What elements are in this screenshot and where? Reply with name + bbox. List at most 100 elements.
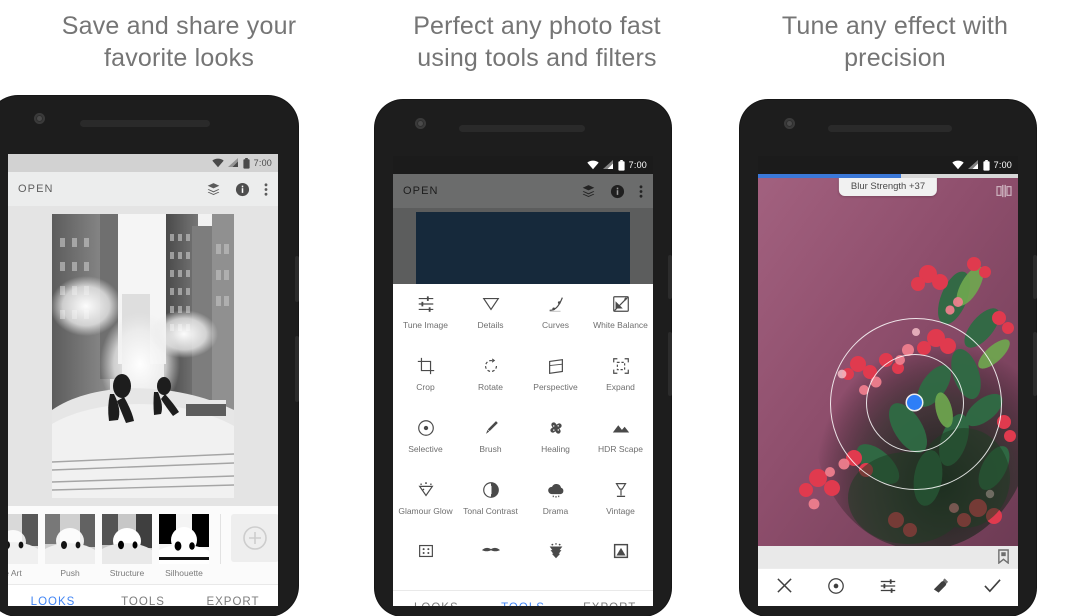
info-icon[interactable] (610, 184, 625, 199)
overflow-menu-icon[interactable] (639, 184, 643, 199)
add-look-icon[interactable] (231, 514, 278, 562)
adjust-sliders-icon (879, 577, 897, 600)
signal-icon (602, 160, 613, 169)
screenshot-stage: Save and share your favorite looks 7:00 … (0, 0, 1074, 616)
volume-button[interactable] (668, 332, 672, 396)
tool-expand[interactable]: Expand (588, 346, 653, 408)
looks-filmstrip[interactable]: e Art Push Structure (8, 506, 278, 584)
blur-center-handle[interactable] (907, 395, 922, 410)
tool-frames[interactable] (588, 532, 653, 562)
tool-perspective[interactable]: Perspective (523, 346, 588, 408)
overflow-menu-icon[interactable] (264, 182, 268, 197)
info-icon[interactable] (235, 182, 250, 197)
tool-tonal-contrast[interactable]: Tonal Contrast (458, 470, 523, 532)
tab-looks[interactable]: LOOKS (393, 602, 480, 606)
adjust-button[interactable] (862, 577, 914, 600)
perspective-icon (546, 355, 566, 377)
check-icon (983, 577, 1002, 599)
photo-canvas-1[interactable] (8, 206, 278, 506)
open-button[interactable]: OPEN (403, 185, 439, 197)
glamour-glow-icon (416, 479, 436, 501)
front-camera-icon (784, 118, 795, 129)
vintage-icon (611, 479, 631, 501)
volume-button[interactable] (295, 336, 299, 402)
tool-healing[interactable]: Healing (523, 408, 588, 470)
phone-frame-2: 7:00 OPEN Tune Image Details Curves Whit… (375, 100, 672, 616)
power-button[interactable] (295, 256, 299, 302)
bottom-tab-bar-2[interactable]: LOOKS TOOLS EXPORT (393, 590, 653, 606)
rotate-icon (481, 355, 501, 377)
look-label: e Art (8, 568, 22, 578)
tool-label: Details (477, 320, 504, 330)
effect-bottom-bar[interactable] (758, 568, 1018, 606)
undo-stack-icon[interactable] (581, 184, 596, 199)
phone-frame-3: 7:00 Blur Strength +37 (740, 100, 1037, 616)
tool-vintage[interactable]: Vintage (588, 470, 653, 532)
tool-curves[interactable]: Curves (523, 284, 588, 346)
compare-icon[interactable] (996, 184, 1012, 203)
phone-screen-1: 7:00 OPEN Art Push Structure Silhouette … (8, 154, 278, 606)
frames-icon (611, 541, 631, 561)
tab-export[interactable]: EXPORT (188, 596, 278, 606)
photo-canvas-3[interactable]: Blur Strength +37 (758, 178, 1018, 546)
battery-icon (983, 159, 990, 171)
status-time-3: 7:00 (993, 160, 1012, 170)
confirm-button[interactable] (966, 577, 1018, 599)
open-button[interactable]: OPEN (18, 183, 54, 195)
tool-label: Glamour Glow (398, 506, 453, 516)
look-thumbnail[interactable]: Push (45, 514, 95, 578)
tool-label: Healing (541, 444, 570, 454)
panel-headline-3: Tune any effect with precision (781, 12, 1009, 72)
bottom-tab-bar-1[interactable]: LOOKS TOOLS EXPORT (8, 584, 278, 606)
tool-label: Tonal Contrast (463, 506, 518, 516)
grunge-icon (546, 541, 566, 561)
tool-details[interactable]: Details (458, 284, 523, 346)
photo-canvas-2[interactable] (393, 208, 653, 284)
look-preview (45, 514, 95, 564)
tool-label: Drama (542, 506, 569, 516)
tool-tune-image[interactable]: Tune Image (393, 284, 458, 346)
tool-brush[interactable]: Brush (458, 408, 523, 470)
tab-tools[interactable]: TOOLS (98, 596, 188, 606)
tonal-contrast-icon (481, 479, 501, 501)
look-preview (8, 514, 38, 564)
look-thumbnail[interactable]: Silhouette (159, 514, 209, 578)
tune-image-icon (416, 293, 436, 315)
tab-looks[interactable]: LOOKS (8, 596, 98, 606)
brush-icon (481, 417, 501, 439)
tool-rotate[interactable]: Rotate (458, 346, 523, 408)
saved-state-row (758, 546, 1018, 568)
tool-label: Crop (416, 382, 435, 392)
power-button[interactable] (1033, 255, 1037, 299)
volume-button[interactable] (1033, 332, 1037, 396)
bookmark-icon[interactable] (997, 549, 1010, 569)
tool-drama[interactable]: Drama (523, 470, 588, 532)
target-button[interactable] (810, 577, 862, 600)
look-label: Structure (109, 568, 145, 578)
tab-export[interactable]: EXPORT (566, 602, 653, 606)
tool-crop[interactable]: Crop (393, 346, 458, 408)
tool-glamour-glow[interactable]: Glamour Glow (393, 470, 458, 532)
effect-value-chip: Blur Strength +37 (838, 178, 938, 196)
details-icon (481, 293, 501, 315)
look-thumbnail[interactable]: Structure (102, 514, 152, 578)
tool-grainy-film[interactable] (393, 532, 458, 562)
tool-retrolux[interactable] (458, 532, 523, 562)
phone-frame-1: 7:00 OPEN Art Push Structure Silhouette … (0, 96, 299, 616)
stack-button[interactable] (914, 577, 966, 600)
look-thumbnail[interactable]: e Art (8, 514, 38, 578)
tool-label: Curves (542, 320, 569, 330)
power-button[interactable] (668, 255, 672, 299)
tools-sheet: Tune Image Details Curves White Balance … (393, 284, 653, 590)
expand-icon (611, 355, 631, 377)
tool-hdr-scape[interactable]: HDR Scape (588, 408, 653, 470)
tool-selective[interactable]: Selective (393, 408, 458, 470)
undo-stack-icon[interactable] (206, 182, 221, 197)
tool-grunge[interactable] (523, 532, 588, 562)
tab-tools[interactable]: TOOLS (480, 602, 567, 606)
tool-white-balance[interactable]: White Balance (588, 284, 653, 346)
look-preview (102, 514, 152, 564)
retrolux-icon (480, 541, 502, 561)
close-button[interactable] (758, 577, 810, 599)
healing-icon (546, 417, 566, 439)
